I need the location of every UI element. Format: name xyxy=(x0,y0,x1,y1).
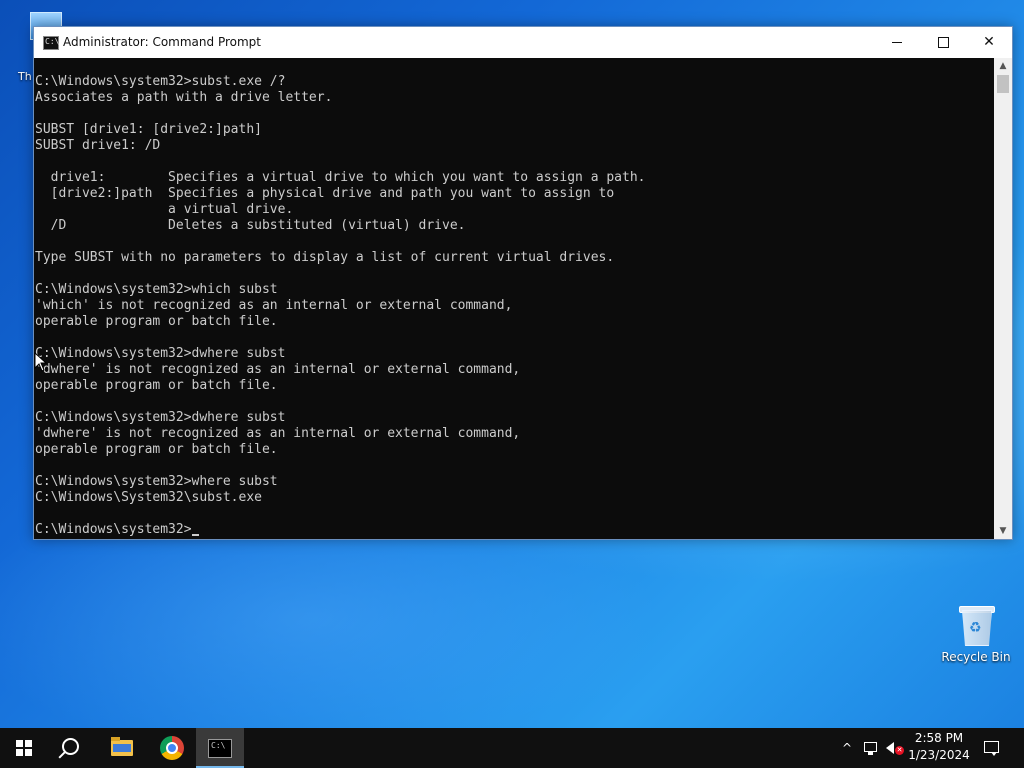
desktop-icon-label: Recycle Bin xyxy=(941,650,1011,664)
scroll-thumb[interactable] xyxy=(997,75,1009,93)
network-icon[interactable] xyxy=(862,728,882,768)
console-line: operable program or batch file. xyxy=(35,442,278,457)
console-line: a virtual drive. xyxy=(35,202,294,217)
console-line: /D Deletes a substituted (virtual) drive… xyxy=(35,218,466,233)
desktop-icon-recycle-bin[interactable]: ♻ Recycle Bin xyxy=(940,600,1012,670)
console-line: SUBST [drive1: [drive2:]path] xyxy=(35,122,262,137)
console-output[interactable]: C:\Windows\system32>subst.exe /? Associat… xyxy=(34,58,994,539)
taskbar-file-explorer[interactable] xyxy=(98,728,146,768)
clock-time: 2:58 PM xyxy=(914,731,964,745)
console-line: Type SUBST with no parameters to display… xyxy=(35,250,615,265)
title-bar[interactable]: C:\ Administrator: Command Prompt ✕ xyxy=(34,27,1012,58)
console-line: C:\Windows\System32\subst.exe xyxy=(35,490,262,505)
clock-date: 1/23/2024 xyxy=(908,748,970,762)
cmd-icon: C:\ xyxy=(43,36,59,50)
console-line: operable program or batch file. xyxy=(35,378,278,393)
minimize-icon xyxy=(892,41,902,43)
cmd-icon: C:\ xyxy=(208,739,232,758)
console-line: drive1: Specifies a virtual drive to whi… xyxy=(35,170,646,185)
console-line: C:\Windows\system32>where subst xyxy=(35,474,278,489)
taskbar-clock[interactable]: 2:58 PM 1/23/2024 xyxy=(908,730,970,766)
console-line: 'dwhere' is not recognized as an interna… xyxy=(35,426,521,441)
vertical-scrollbar[interactable]: ▲ ▼ xyxy=(994,58,1012,539)
console-line: C:\Windows\system32>subst.exe /? xyxy=(35,74,286,89)
console-line: 'which' is not recognized as an internal… xyxy=(35,298,513,313)
console-line: 'dwhere' is not recognized as an interna… xyxy=(35,362,521,377)
scroll-up-arrow-icon[interactable]: ▲ xyxy=(994,58,1012,74)
console-line: SUBST drive1: /D xyxy=(35,138,161,153)
start-button[interactable] xyxy=(0,728,48,768)
scroll-down-arrow-icon[interactable]: ▼ xyxy=(994,523,1012,539)
console-line: C:\Windows\system32>which subst xyxy=(35,282,278,297)
console-prompt-line[interactable]: C:\Windows\system32> xyxy=(35,522,994,538)
close-button[interactable]: ✕ xyxy=(966,27,1012,58)
console-line: C:\Windows\system32>dwhere subst xyxy=(35,346,286,361)
volume-muted-icon[interactable]: ✕ xyxy=(884,728,906,768)
taskbar: C:\ ^ ✕ 2:58 PM 1/23/2024 xyxy=(0,728,1024,768)
minimize-button[interactable] xyxy=(874,27,920,58)
text-cursor xyxy=(191,534,199,536)
console-line: C:\Windows\system32>dwhere subst xyxy=(35,410,286,425)
search-button[interactable] xyxy=(48,728,96,768)
command-prompt-window[interactable]: C:\ Administrator: Command Prompt ✕ C:\W… xyxy=(33,26,1013,540)
tray-chevron-up-icon[interactable]: ^ xyxy=(838,728,856,768)
windows-logo-icon xyxy=(16,740,32,756)
folder-icon xyxy=(111,737,133,756)
window-title: Administrator: Command Prompt xyxy=(63,35,261,49)
console-line: [drive2:]path Specifies a physical drive… xyxy=(35,186,615,201)
action-center-button[interactable] xyxy=(980,728,1004,768)
mouse-pointer-icon xyxy=(34,352,48,372)
chrome-icon xyxy=(160,736,184,760)
console-line: operable program or batch file. xyxy=(35,314,278,329)
search-icon xyxy=(62,738,79,755)
notification-icon xyxy=(984,741,999,756)
desktop-icon-label: Th xyxy=(18,70,32,83)
taskbar-command-prompt[interactable]: C:\ xyxy=(196,728,244,768)
console-prompt: C:\Windows\system32> xyxy=(35,522,192,537)
console-text: C:\Windows\system32>subst.exe /? Associat… xyxy=(34,58,994,538)
console-line: Associates a path with a drive letter. xyxy=(35,90,333,105)
taskbar-chrome[interactable] xyxy=(148,728,196,768)
close-icon: ✕ xyxy=(983,34,995,50)
maximize-button[interactable] xyxy=(920,27,966,58)
maximize-icon xyxy=(937,36,949,48)
recycle-bin-icon: ♻ xyxy=(959,604,995,646)
